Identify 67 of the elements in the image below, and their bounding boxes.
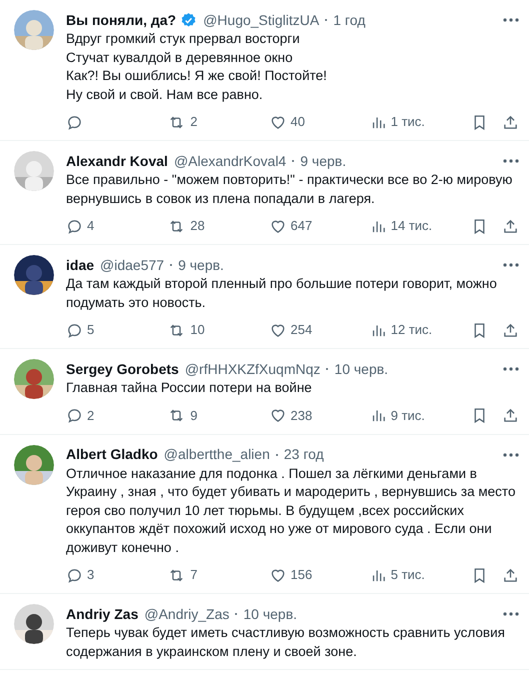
- post-time[interactable]: 10 черв.: [243, 604, 298, 624]
- heart-icon[interactable]: [268, 322, 286, 338]
- post-time[interactable]: 9 черв.: [300, 150, 346, 172]
- share-icon[interactable]: [502, 566, 519, 584]
- share-icon[interactable]: [502, 407, 519, 424]
- post-text: Главная тайна России потери на войне: [66, 379, 313, 397]
- views-count: 14 тис.: [390, 217, 432, 236]
- reply-icon[interactable]: [66, 566, 83, 584]
- views-count: 5 тис.: [390, 566, 425, 584]
- author-name[interactable]: Andriy Zas: [66, 604, 138, 624]
- likes-count: 254: [290, 321, 312, 340]
- author-name[interactable]: Alexandr Koval: [66, 150, 168, 172]
- views-count: 12 тис.: [390, 321, 432, 340]
- post-text: Теперь чувак будет иметь счастливую возможность сравнить условия содержания в украинском плену и своей зоне.: [66, 624, 506, 661]
- reply-icon[interactable]: [66, 322, 83, 338]
- author-name[interactable]: Sergey Gorobets: [66, 358, 179, 380]
- post-text: Стучат кувалдой в деревянное окно: [66, 48, 294, 67]
- post-time[interactable]: 23 год: [284, 444, 324, 465]
- replies-count: 2: [87, 406, 94, 425]
- views-count: 9 тис.: [390, 406, 425, 425]
- reposts-count: 10: [190, 321, 205, 340]
- more-icon[interactable]: [503, 452, 519, 456]
- heart-icon[interactable]: [268, 407, 286, 424]
- replies-count: 4: [87, 217, 94, 236]
- replies-count: 3: [87, 566, 94, 584]
- likes-count: 238: [290, 406, 312, 425]
- post-text: Отличное наказание для подонка . Пошел за лёгкими деньгами в Украину , зная , что будет убивать и мародерить , вернувшись за место героя сво получил 10 лет тюрьмы. В будущем ,всех российских оккупантов ждёт похожий исход но уже от мирового суда . Если они доживут конечно .: [66, 464, 516, 557]
- heart-icon[interactable]: [268, 218, 286, 234]
- more-icon[interactable]: [503, 367, 519, 371]
- reposts-count: 7: [190, 566, 198, 584]
- heart-icon[interactable]: [268, 114, 286, 130]
- likes-count: 647: [290, 217, 312, 236]
- author-name[interactable]: idae: [66, 254, 94, 276]
- reposts-count: 28: [190, 217, 205, 236]
- author-name[interactable]: Albert Gladko: [66, 444, 158, 465]
- post-time[interactable]: 10 черв.: [334, 358, 388, 380]
- author-handle[interactable]: @albertthe_alien: [164, 444, 270, 465]
- likes-count: 40: [290, 113, 305, 132]
- heart-icon[interactable]: [268, 566, 286, 584]
- views-count: 1 тис.: [390, 113, 425, 132]
- share-icon[interactable]: [502, 114, 519, 130]
- post-time[interactable]: 1 год: [333, 10, 366, 30]
- post-text: Как?! Вы ошиблись! Я же свой! Постойте!: [66, 67, 328, 85]
- reply-icon[interactable]: [66, 407, 83, 424]
- author-handle[interactable]: @AlexandrKoval4: [174, 150, 286, 172]
- more-icon[interactable]: [503, 18, 519, 22]
- post-text: Да там каждый второй пленный про большие потери говорит, можно подумать это новость.: [66, 275, 498, 312]
- author-handle[interactable]: @rfHHXKZfXuqmNqz: [184, 358, 320, 380]
- share-icon[interactable]: [502, 218, 519, 234]
- reply-icon[interactable]: [66, 114, 83, 130]
- more-icon[interactable]: [503, 612, 519, 616]
- author-handle[interactable]: @Andriy_Zas: [144, 604, 230, 624]
- post-time[interactable]: 9 черв.: [178, 254, 224, 276]
- more-icon[interactable]: [503, 159, 519, 163]
- post-text: Все правильно - "можем повторить!" - практически все во 2-ю мировую вернувшись в совок из плена попадали в лагеря.: [66, 171, 514, 208]
- author-name[interactable]: Вы поняли, да?: [66, 10, 176, 30]
- share-icon[interactable]: [502, 322, 519, 338]
- author-handle[interactable]: @idae577: [100, 254, 164, 276]
- author-handle[interactable]: @Hugo_StiglitzUA: [203, 10, 320, 30]
- likes-count: 156: [290, 566, 312, 584]
- post-text: Вдруг громкий стук прервал восторги: [66, 30, 301, 48]
- reposts-count: 9: [190, 406, 198, 425]
- reposts-count: 2: [190, 113, 198, 132]
- post-text: Ну свой и свой. Нам все равно.: [66, 86, 264, 104]
- more-icon[interactable]: [503, 263, 519, 267]
- reply-icon[interactable]: [66, 218, 83, 234]
- replies-count: 5: [87, 321, 94, 340]
